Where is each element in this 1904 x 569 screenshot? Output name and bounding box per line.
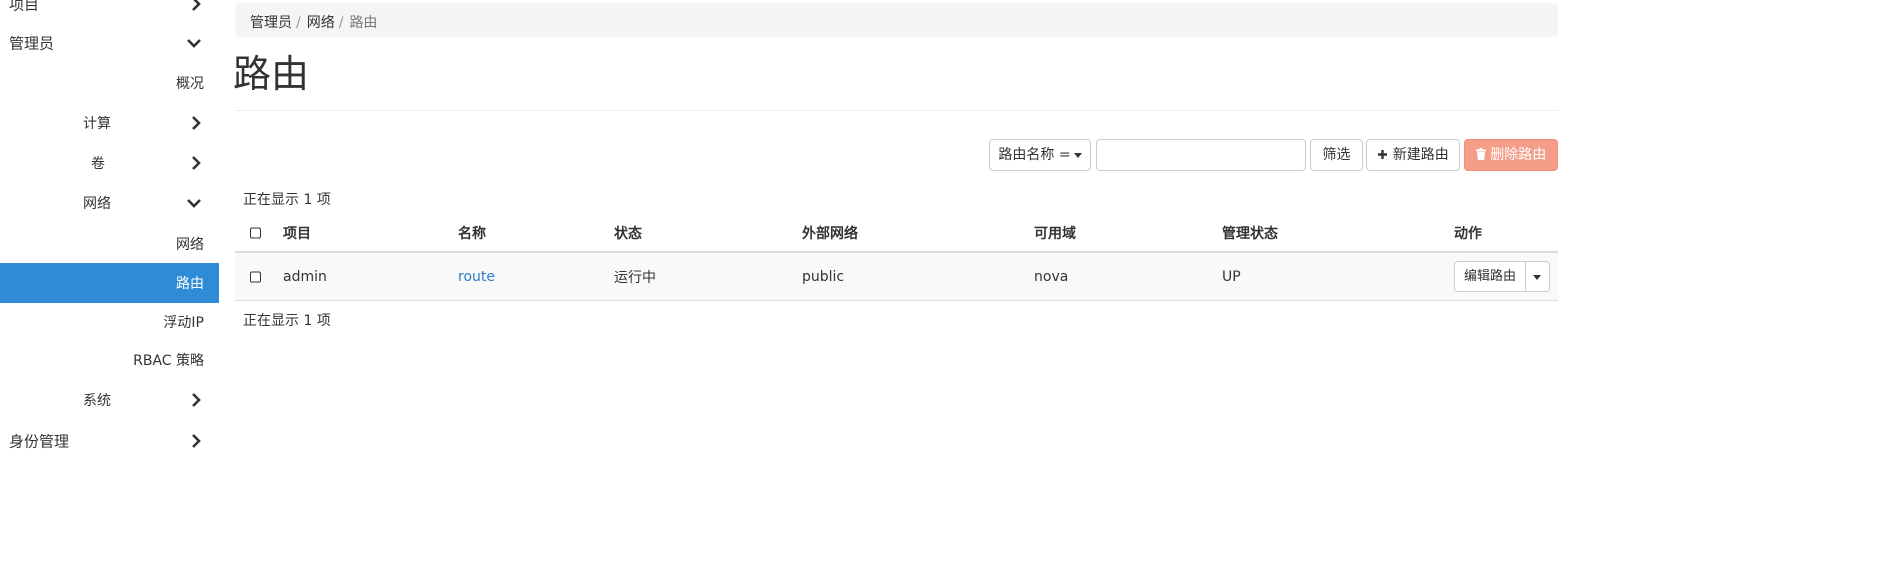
create-router-label: 新建路由: [1392, 147, 1449, 163]
row-action-dropdown-toggle[interactable]: [1525, 261, 1550, 292]
item-count-top: 正在显示 1 项: [243, 192, 331, 208]
chevron-down-icon: [187, 199, 201, 208]
col-availability-zone[interactable]: 可用域: [1034, 223, 1076, 243]
chevron-right-icon: [192, 116, 201, 130]
chevron-right-icon: [192, 156, 201, 170]
sidebar-item-label: 系统: [83, 393, 111, 409]
sidebar-item-routers[interactable]: 路由: [0, 263, 219, 303]
sidebar-item-system[interactable]: 系统: [0, 380, 219, 420]
sidebar-item-project[interactable]: 项目: [0, 0, 219, 24]
sidebar-item-floating-ip[interactable]: 浮动IP: [0, 302, 219, 342]
edit-router-button[interactable]: 编辑路由: [1454, 261, 1526, 292]
cell-admin-state: UP: [1222, 268, 1241, 285]
delete-router-label: 删除路由: [1490, 147, 1547, 163]
title-divider: [235, 110, 1558, 111]
breadcrumb-admin[interactable]: 管理员: [250, 15, 292, 31]
sidebar-item-network-group[interactable]: 网络: [0, 183, 219, 223]
create-router-button[interactable]: 新建路由: [1366, 139, 1460, 171]
col-external-network[interactable]: 外部网络: [802, 223, 858, 243]
row-action-group: 编辑路由: [1454, 261, 1550, 292]
sidebar-item-label: 网络: [83, 196, 111, 212]
sidebar-item-label: 计算: [83, 116, 111, 132]
plus-icon: [1378, 150, 1388, 159]
sidebar-item-label: 浮动IP: [163, 315, 204, 331]
cell-external-network: public: [802, 268, 845, 285]
sidebar-item-volumes[interactable]: 卷: [0, 143, 219, 183]
sidebar-item-label: 卷: [91, 156, 105, 172]
delete-router-button[interactable]: 删除路由: [1464, 139, 1558, 171]
filter-field-select[interactable]: 路由名称 =: [989, 139, 1091, 171]
chevron-right-icon: [192, 393, 201, 407]
col-project[interactable]: 项目: [283, 223, 311, 243]
table-row: admin route 运行中 public nova UP: [235, 253, 1558, 301]
cell-availability-zone: nova: [1034, 268, 1069, 285]
breadcrumb-separator: /: [296, 15, 301, 31]
table-header: 项目 名称 状态 外部网络 可用域 管理状态 动作: [235, 215, 1558, 253]
sidebar-item-label: 项目: [9, 0, 40, 14]
cell-project: admin: [283, 268, 327, 285]
chevron-down-icon: [187, 39, 201, 48]
row-checkbox[interactable]: [250, 271, 261, 282]
filter-input[interactable]: [1096, 139, 1306, 171]
breadcrumb: 管理员 / 网络 / 路由: [235, 3, 1558, 37]
chevron-right-icon: [192, 0, 201, 11]
breadcrumb-current: 路由: [349, 15, 378, 31]
chevron-right-icon: [192, 434, 201, 448]
page-title: 路由: [233, 52, 310, 96]
sidebar-item-compute[interactable]: 计算: [0, 103, 219, 143]
filter-button[interactable]: 筛选: [1310, 139, 1363, 171]
trash-icon: [1475, 148, 1486, 160]
filter-field-label: 路由名称 =: [998, 147, 1071, 163]
sidebar-item-label: 路由: [176, 276, 204, 292]
cell-status: 运行中: [614, 269, 656, 286]
col-actions: 动作: [1454, 226, 1482, 242]
col-admin-state[interactable]: 管理状态: [1222, 223, 1278, 243]
sidebar-item-identity[interactable]: 身份管理: [0, 421, 219, 461]
sidebar-item-label: 身份管理: [9, 432, 70, 451]
sidebar-item-networks[interactable]: 网络: [0, 224, 219, 264]
sidebar-item-overview[interactable]: 概况: [0, 63, 219, 103]
sidebar-item-label: 网络: [176, 237, 204, 253]
router-name-link[interactable]: route: [458, 269, 495, 285]
item-count-bottom: 正在显示 1 项: [243, 313, 331, 329]
breadcrumb-separator: /: [338, 15, 344, 31]
sidebar-item-rbac[interactable]: RBAC 策略: [0, 340, 219, 380]
sidebar-item-admin[interactable]: 管理员: [0, 23, 219, 63]
col-name[interactable]: 名称: [458, 223, 486, 243]
sidebar-item-label: 管理员: [9, 34, 55, 53]
col-status[interactable]: 状态: [614, 223, 642, 243]
breadcrumb-network[interactable]: 网络: [307, 15, 335, 31]
sidebar-item-label: RBAC 策略: [133, 353, 204, 369]
select-all-checkbox[interactable]: [250, 227, 261, 239]
sidebar: 项目 管理员 概况 计算 卷 网络 网络 路由 浮动IP RBAC 策略 系统 …: [0, 0, 219, 569]
sidebar-item-label: 概况: [176, 76, 204, 92]
caret-down-icon: [1073, 152, 1082, 158]
caret-down-icon: [1533, 275, 1541, 280]
